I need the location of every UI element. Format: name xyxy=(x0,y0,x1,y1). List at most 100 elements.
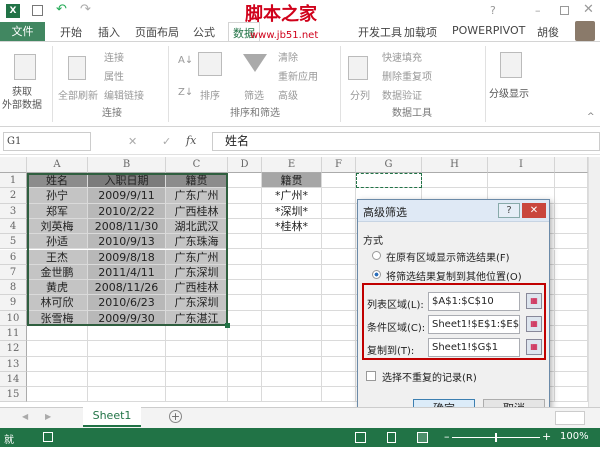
cell[interactable] xyxy=(228,218,262,235)
table-cell[interactable]: 张雪梅 xyxy=(27,310,88,326)
cell[interactable] xyxy=(322,203,356,219)
cell[interactable] xyxy=(322,218,356,235)
cell[interactable] xyxy=(262,310,322,326)
vertical-scrollbar[interactable] xyxy=(588,157,600,407)
option-copy-to-label[interactable]: 将筛选结果复制到其他位置(O) xyxy=(386,268,522,283)
user-name[interactable]: 胡俊 xyxy=(537,24,559,40)
cell[interactable] xyxy=(555,371,588,388)
page-break-view-icon[interactable] xyxy=(417,432,428,443)
cell[interactable] xyxy=(555,295,588,311)
next-sheet-icon[interactable]: ▶ xyxy=(45,412,51,421)
page-layout-view-icon[interactable] xyxy=(387,432,396,443)
cell[interactable] xyxy=(555,203,588,219)
cell[interactable] xyxy=(262,295,322,311)
cell[interactable] xyxy=(322,310,356,326)
table-cell[interactable]: 广东珠海 xyxy=(166,234,228,250)
table-cell[interactable]: 湖北武汉 xyxy=(166,218,228,235)
add-sheet-button[interactable]: + xyxy=(169,410,182,423)
cell[interactable] xyxy=(88,371,166,388)
cell[interactable] xyxy=(555,234,588,250)
cell[interactable] xyxy=(88,387,166,403)
row-header[interactable]: 9 xyxy=(0,295,27,311)
table-cell[interactable]: 刘英梅 xyxy=(27,218,88,235)
row-header[interactable]: 13 xyxy=(0,356,27,372)
cell[interactable] xyxy=(262,264,322,281)
option-in-place-label[interactable]: 在原有区域显示筛选结果(F) xyxy=(386,249,510,264)
table-cell[interactable]: 黄虎 xyxy=(27,280,88,296)
flash-fill-button[interactable]: 快速填充 xyxy=(382,49,422,64)
table-cell[interactable]: 广东深圳 xyxy=(166,264,228,281)
connections-button[interactable]: 连接 xyxy=(104,49,124,64)
cell[interactable] xyxy=(228,387,262,403)
sort-asc-icon[interactable]: A↓ xyxy=(178,55,193,66)
row-header[interactable]: 7 xyxy=(0,264,27,281)
cell[interactable] xyxy=(555,280,588,296)
collapse-ribbon-icon[interactable]: ^ xyxy=(587,112,595,122)
tab-file[interactable]: 文件 xyxy=(0,22,45,41)
cell[interactable] xyxy=(555,218,588,235)
column-header-B[interactable]: B xyxy=(88,157,166,173)
text-to-columns-button[interactable]: 分列 xyxy=(350,87,370,102)
table-cell[interactable]: 2011/4/11 xyxy=(88,264,166,281)
table-cell[interactable]: 2010/6/23 xyxy=(88,295,166,311)
table-header-cell[interactable]: 籍贯 xyxy=(166,173,228,189)
cancel-icon[interactable]: ✕ xyxy=(128,135,137,148)
cell[interactable] xyxy=(262,387,322,403)
tab-formulas[interactable]: 公式 xyxy=(193,24,215,40)
criteria-header-cell[interactable]: 籍贯 xyxy=(262,173,322,189)
row-header[interactable]: 8 xyxy=(0,280,27,296)
remove-duplicates-button[interactable]: 删除重复项 xyxy=(382,68,432,83)
cell[interactable] xyxy=(228,249,262,265)
cell[interactable] xyxy=(27,371,88,388)
cell[interactable] xyxy=(27,356,88,372)
sheet-tab-sheet1[interactable]: Sheet1 xyxy=(83,407,141,427)
cell[interactable] xyxy=(322,295,356,311)
cell[interactable] xyxy=(166,326,228,342)
cell[interactable] xyxy=(555,188,588,204)
row-header[interactable]: 10 xyxy=(0,310,27,326)
select-all-corner[interactable] xyxy=(0,157,27,173)
cell[interactable] xyxy=(322,356,356,372)
reapply-button[interactable]: 重新应用 xyxy=(278,68,318,83)
cell[interactable] xyxy=(228,356,262,372)
avatar[interactable] xyxy=(575,21,595,41)
table-cell[interactable]: 2008/11/26 xyxy=(88,280,166,296)
row-header[interactable]: 4 xyxy=(0,218,27,235)
table-cell[interactable]: 2009/8/18 xyxy=(88,249,166,265)
cell[interactable] xyxy=(228,326,262,342)
column-header-I[interactable]: I xyxy=(488,157,555,173)
cell[interactable] xyxy=(555,356,588,372)
row-header[interactable]: 5 xyxy=(0,234,27,250)
column-header-J[interactable] xyxy=(555,157,588,173)
dialog-title-bar[interactable]: 高级筛选 ? ✕ xyxy=(358,200,549,222)
table-header-cell[interactable]: 姓名 xyxy=(27,173,88,189)
maximize-button[interactable] xyxy=(560,6,569,15)
cell[interactable] xyxy=(555,264,588,281)
horizontal-scrollbar[interactable] xyxy=(555,411,585,425)
undo-icon[interactable]: ↶ xyxy=(56,2,67,17)
enter-icon[interactable]: ✓ xyxy=(162,135,171,148)
row-header[interactable]: 2 xyxy=(0,188,27,204)
outline-button[interactable]: 分级显示 xyxy=(489,85,529,100)
criteria-range-input[interactable]: Sheet1!$E$1:$E$4 xyxy=(428,315,520,334)
table-cell[interactable]: 2009/9/11 xyxy=(88,188,166,204)
cell[interactable] xyxy=(262,234,322,250)
cell[interactable] xyxy=(488,173,555,189)
table-cell[interactable]: 广西桂林 xyxy=(166,280,228,296)
cell[interactable] xyxy=(322,173,356,189)
list-range-input[interactable]: $A$1:$C$10 xyxy=(428,292,520,311)
cell[interactable] xyxy=(88,356,166,372)
cell[interactable] xyxy=(262,356,322,372)
fill-handle[interactable] xyxy=(225,323,230,328)
clear-button[interactable]: 清除 xyxy=(278,49,298,64)
data-validation-button[interactable]: 数据验证 xyxy=(382,87,422,102)
cell[interactable] xyxy=(322,188,356,204)
criteria-cell[interactable]: *深圳* xyxy=(262,203,322,219)
cell[interactable] xyxy=(166,356,228,372)
cell[interactable] xyxy=(228,295,262,311)
tab-home[interactable]: 开始 xyxy=(60,24,82,40)
refresh-all-button[interactable]: 全部刷新 xyxy=(58,87,98,102)
table-cell[interactable]: 广东广州 xyxy=(166,188,228,204)
table-cell[interactable]: 2010/2/22 xyxy=(88,203,166,219)
properties-button[interactable]: 属性 xyxy=(104,68,124,83)
